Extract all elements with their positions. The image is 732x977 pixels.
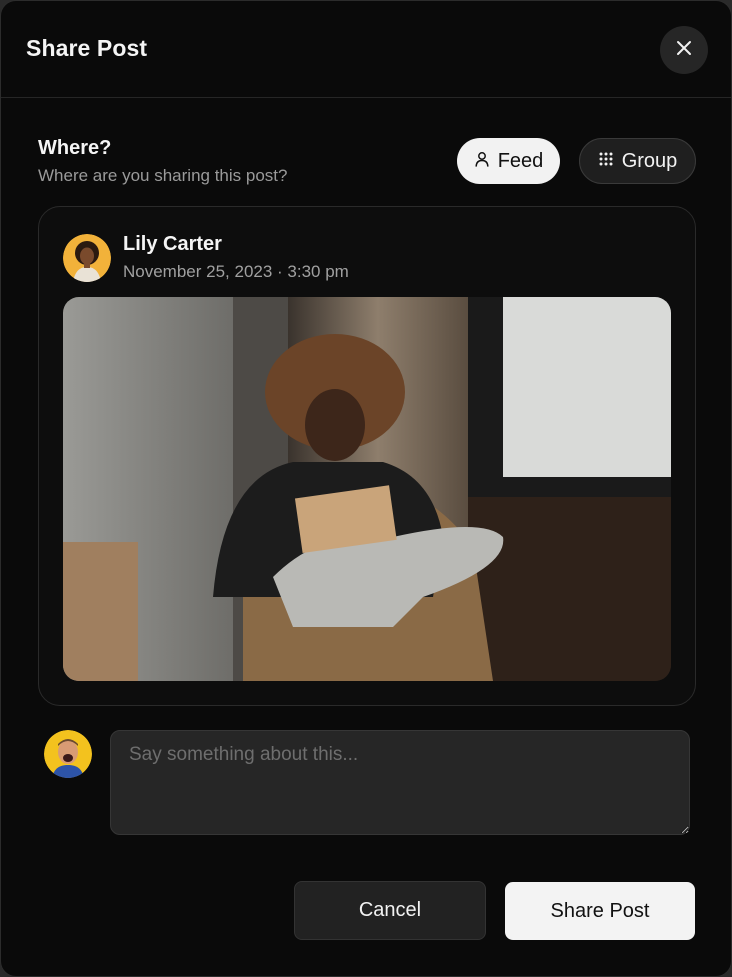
feed-option-button[interactable]: Feed	[457, 138, 560, 184]
grid-dots-icon	[598, 150, 614, 173]
user-icon	[474, 150, 490, 173]
dialog-title: Share Post	[26, 35, 148, 61]
group-option-label: Group	[621, 149, 678, 172]
group-option-button[interactable]: Group	[579, 138, 696, 184]
author-name: Lily Carter	[123, 233, 222, 255]
share-post-button[interactable]: Share Post	[505, 882, 695, 940]
where-subtitle: Where are you sharing this post?	[38, 166, 288, 185]
comment-input[interactable]	[110, 730, 690, 835]
share-post-dialog: Share Post Where? Where are you sharing …	[0, 0, 732, 977]
close-button[interactable]	[660, 26, 708, 74]
current-user-avatar	[44, 730, 92, 778]
post-timestamp: November 25, 2023 · 3:30 pm	[123, 262, 349, 281]
dialog-header: Share Post	[1, 1, 731, 98]
where-title: Where?	[38, 137, 112, 159]
author-avatar	[63, 234, 111, 282]
cancel-button[interactable]: Cancel	[294, 881, 486, 940]
post-image	[63, 297, 671, 681]
feed-option-label: Feed	[497, 149, 544, 172]
close-icon	[676, 40, 692, 61]
